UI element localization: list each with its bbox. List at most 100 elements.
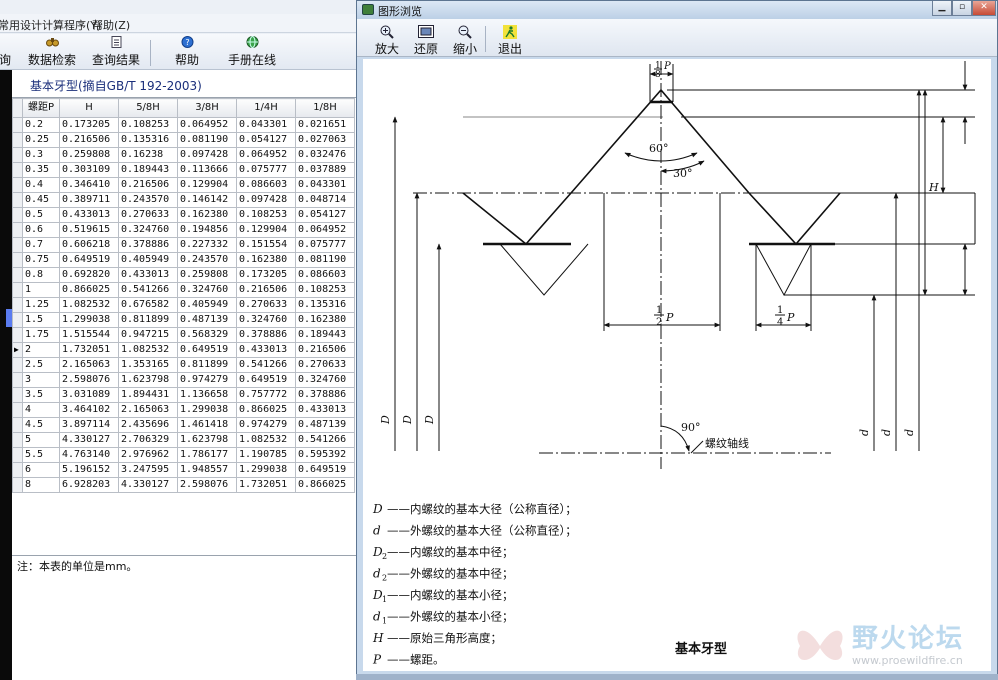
left-splitter-bar[interactable] — [0, 70, 12, 680]
table-row[interactable]: 0.4 0.346410 0.216506 0.129904 0.086603 0.043… — [12, 177, 355, 193]
table-cell[interactable]: 0.216506 — [295, 342, 355, 358]
table-cell[interactable]: 0.173205 — [59, 117, 119, 133]
table-cell[interactable]: 0.45 — [22, 192, 60, 208]
row-indicator[interactable] — [12, 297, 23, 313]
row-indicator[interactable] — [12, 237, 23, 253]
table-cell[interactable]: 2.5 — [22, 357, 60, 373]
table-cell[interactable]: 0.135316 — [295, 297, 355, 313]
row-indicator[interactable] — [12, 432, 23, 448]
table-cell[interactable]: 2.706329 — [118, 432, 178, 448]
table-cell[interactable]: 0.6 — [22, 222, 60, 238]
table-cell[interactable]: 5 — [22, 432, 60, 448]
row-indicator[interactable] — [12, 447, 23, 463]
row-indicator[interactable] — [12, 132, 23, 148]
table-cell[interactable]: 1.75 — [22, 327, 60, 343]
query-button[interactable]: 询 — [0, 36, 12, 68]
table-cell[interactable]: 0.541266 — [236, 357, 296, 373]
manual-online-button[interactable]: 手册在线 — [228, 36, 276, 68]
table-row[interactable]: 0.7 0.606218 0.378886 0.227332 0.151554 0.075… — [12, 237, 355, 253]
row-indicator[interactable] — [12, 312, 23, 328]
table-cell[interactable]: 0.027063 — [295, 132, 355, 148]
table-cell[interactable]: 0.037889 — [295, 162, 355, 178]
exit-button[interactable]: 退出 — [497, 25, 523, 57]
table-cell[interactable]: 2.598076 — [177, 477, 237, 493]
row-indicator[interactable] — [12, 252, 23, 268]
table-cell[interactable]: 0.086603 — [236, 177, 296, 193]
table-cell[interactable]: 3.247595 — [118, 462, 178, 478]
note-area[interactable]: 注：本表的单位是mm。 — [12, 555, 356, 680]
table-row[interactable]: 0.3 0.259808 0.16238 0.097428 0.064952 0.0324… — [12, 147, 355, 163]
row-indicator[interactable] — [12, 267, 23, 283]
table-cell[interactable]: 1.515544 — [59, 327, 119, 343]
zoom-out-button[interactable]: 缩小 — [453, 25, 477, 57]
table-cell[interactable]: 0.676582 — [118, 297, 178, 313]
table-cell[interactable]: 0.692820 — [59, 267, 119, 283]
table-cell[interactable]: 0.649519 — [236, 372, 296, 388]
table-cell[interactable]: 4 — [22, 402, 60, 418]
table-cell[interactable]: 6.928203 — [59, 477, 119, 493]
table-cell[interactable]: 2.165063 — [59, 357, 119, 373]
row-indicator[interactable] — [12, 327, 23, 343]
table-cell[interactable]: 0.487139 — [177, 312, 237, 328]
table-cell[interactable]: 0.25 — [22, 132, 60, 148]
table-cell[interactable]: 0.227332 — [177, 237, 237, 253]
table-cell[interactable]: 0.173205 — [236, 267, 296, 283]
table-cell[interactable]: 0.146142 — [177, 192, 237, 208]
table-cell[interactable]: 0.866025 — [295, 477, 355, 493]
table-cell[interactable]: 8 — [22, 477, 60, 493]
table-cell[interactable]: 6 — [22, 462, 60, 478]
table-cell[interactable]: 1.732051 — [59, 342, 119, 358]
table-cell[interactable]: 0.433013 — [236, 342, 296, 358]
drawing-canvas[interactable]: 1 8 P 60° 30° 1 2 P 1 4 P H D D D d d d … — [363, 59, 991, 671]
table-cell[interactable]: 0.866025 — [236, 402, 296, 418]
table-cell[interactable]: 0.866025 — [59, 282, 119, 298]
table-cell[interactable]: 0.129904 — [177, 177, 237, 193]
table-cell[interactable]: 0.405949 — [177, 297, 237, 313]
table-cell[interactable]: 0.194856 — [177, 222, 237, 238]
row-indicator[interactable] — [12, 357, 23, 373]
table-cell[interactable]: 0.243570 — [118, 192, 178, 208]
table-cell[interactable]: 2 — [22, 342, 60, 358]
table-cell[interactable]: 0.541266 — [118, 282, 178, 298]
table-cell[interactable]: 0.162380 — [236, 252, 296, 268]
table-cell[interactable]: 0.216506 — [118, 177, 178, 193]
row-indicator[interactable] — [12, 372, 23, 388]
table-cell[interactable]: 1.299038 — [59, 312, 119, 328]
table-cell[interactable]: 5.196152 — [59, 462, 119, 478]
table-cell[interactable]: 0.108253 — [118, 117, 178, 133]
table-row[interactable]: 0.8 0.692820 0.433013 0.259808 0.173205 0.086… — [12, 267, 355, 283]
table-cell[interactable]: 1.894431 — [118, 387, 178, 403]
table-cell[interactable]: 0.259808 — [177, 267, 237, 283]
table-cell[interactable]: 1.082532 — [59, 297, 119, 313]
table-cell[interactable]: 0.649519 — [177, 342, 237, 358]
table-cell[interactable]: 1.461418 — [177, 417, 237, 433]
table-cell[interactable]: 0.086603 — [295, 267, 355, 283]
table-cell[interactable]: 0.5 — [22, 207, 60, 223]
help-button[interactable]: ? 帮助 — [174, 36, 200, 68]
table-row[interactable]: 6 5.196152 3.247595 1.948557 1.299038 0.64951… — [12, 462, 355, 478]
table-cell[interactable]: 0.8 — [22, 267, 60, 283]
table-row[interactable]: 5.5 4.763140 2.976962 1.786177 1.190785 0.595… — [12, 447, 355, 463]
table-cell[interactable]: 0.757772 — [236, 387, 296, 403]
table-cell[interactable]: 0.064952 — [236, 147, 296, 163]
table-cell[interactable]: 0.054127 — [236, 132, 296, 148]
table-cell[interactable]: 0.433013 — [295, 402, 355, 418]
table-cell[interactable]: 3.031089 — [59, 387, 119, 403]
table-cell[interactable]: 0.243570 — [177, 252, 237, 268]
table-cell[interactable]: 0.135316 — [118, 132, 178, 148]
row-indicator[interactable] — [12, 162, 23, 178]
table-cell[interactable]: 0.270633 — [118, 207, 178, 223]
table-cell[interactable]: 1.25 — [22, 297, 60, 313]
table-cell[interactable]: 0.811899 — [118, 312, 178, 328]
row-indicator[interactable] — [12, 282, 23, 298]
table-cell[interactable]: 2.165063 — [118, 402, 178, 418]
row-indicator[interactable] — [12, 477, 23, 493]
table-cell[interactable]: 0.649519 — [295, 462, 355, 478]
table-cell[interactable]: 0.075777 — [295, 237, 355, 253]
table-row[interactable]: 1.5 1.299038 0.811899 0.487139 0.324760 0.162… — [12, 312, 355, 328]
table-cell[interactable]: 4.763140 — [59, 447, 119, 463]
table-cell[interactable]: 0.541266 — [295, 432, 355, 448]
zoom-in-button[interactable]: 放大 — [375, 25, 399, 57]
row-indicator[interactable] — [12, 147, 23, 163]
column-header[interactable]: 3/8H — [177, 98, 237, 118]
